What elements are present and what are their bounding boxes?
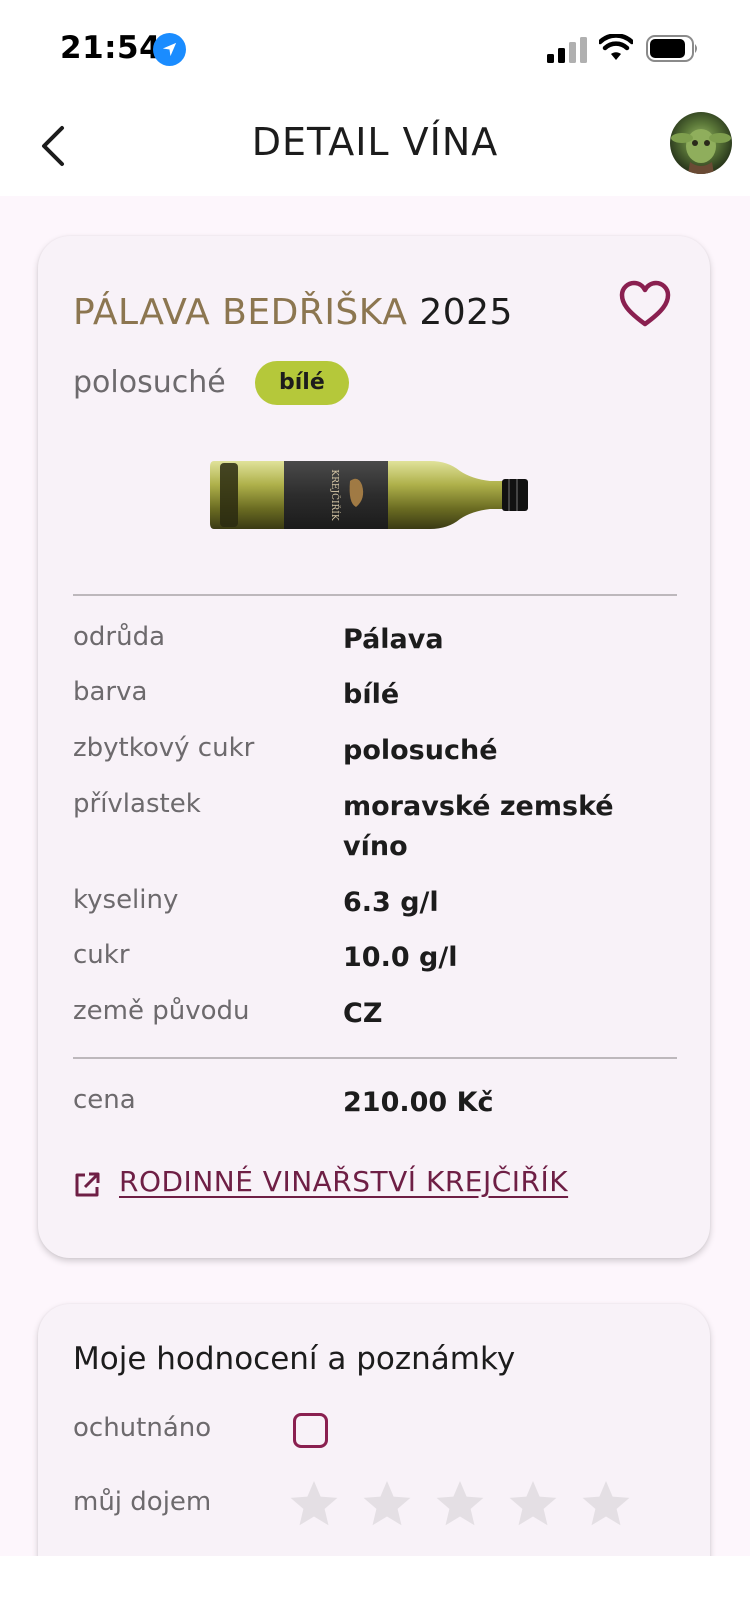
detail-label-acidity: kyseliny [73,885,179,915]
bottom-safe-area [0,1556,750,1623]
rating-star-2[interactable] [361,1478,413,1530]
detail-value-country: CZ [343,998,383,1029]
notes-title: Moje hodnocení a poznámky [73,1341,516,1377]
detail-value-sugar: 10.0 g/l [343,942,458,973]
wifi-icon [599,34,633,60]
detail-label-attribute: přívlastek [73,789,201,819]
detail-value-variety: Pálava [343,624,444,655]
impression-label: můj dojem [73,1487,212,1517]
rating-star-5[interactable] [580,1478,632,1530]
detail-value-residual-sugar: polosuché [343,735,498,766]
sweetness-label: polosuché [73,365,226,400]
winery-link-text[interactable]: RODINNÉ VINAŘSTVÍ KREJČIŘÍK [119,1165,568,1198]
favorite-heart-icon[interactable] [617,278,673,330]
location-arrow-icon [153,33,186,66]
detail-label-country: země původu [73,996,250,1026]
bottle-label-text: KREJČIŘÍK [329,469,341,520]
detail-value-attribute: moravské zemské víno [343,791,614,862]
wine-bottle-image: KREJČIŘÍK [210,461,528,529]
status-bar: 21:54 [0,0,750,96]
detail-label-color: barva [73,677,148,707]
screen: 21:54 DETAIL VÍNA PÁLAVA BEDŘIŠKA 2025 p… [0,0,750,1623]
wine-name: PÁLAVA BEDŘIŠKA [73,292,408,333]
status-time: 21:54 [60,30,162,66]
app-header: DETAIL VÍNA [0,96,750,196]
tasted-checkbox[interactable] [293,1413,328,1448]
detail-label-variety: odrůda [73,622,166,652]
detail-label-residual-sugar: zbytkový cukr [73,733,255,763]
external-link-icon [75,1172,100,1197]
wine-year: 2025 [419,292,513,333]
rating-star-4[interactable] [507,1478,559,1530]
detail-value-color: bílé [343,679,400,710]
details-top-divider [73,594,677,596]
rating-star-1[interactable] [288,1478,340,1530]
tasted-label: ochutnáno [73,1413,212,1443]
price-value: 210.00 Kč [343,1087,494,1118]
detail-label-sugar: cukr [73,940,130,970]
page-title: DETAIL VÍNA [251,120,499,164]
price-label: cena [73,1085,136,1115]
cellular-signal-icon [547,37,587,63]
wine-title: PÁLAVA BEDŘIŠKA 2025 [73,292,513,333]
price-divider [73,1057,677,1059]
avatar[interactable] [670,112,732,174]
rating-star-3[interactable] [434,1478,486,1530]
color-badge: bílé [255,361,349,405]
battery-icon [646,35,697,62]
detail-value-acidity: 6.3 g/l [343,887,439,918]
